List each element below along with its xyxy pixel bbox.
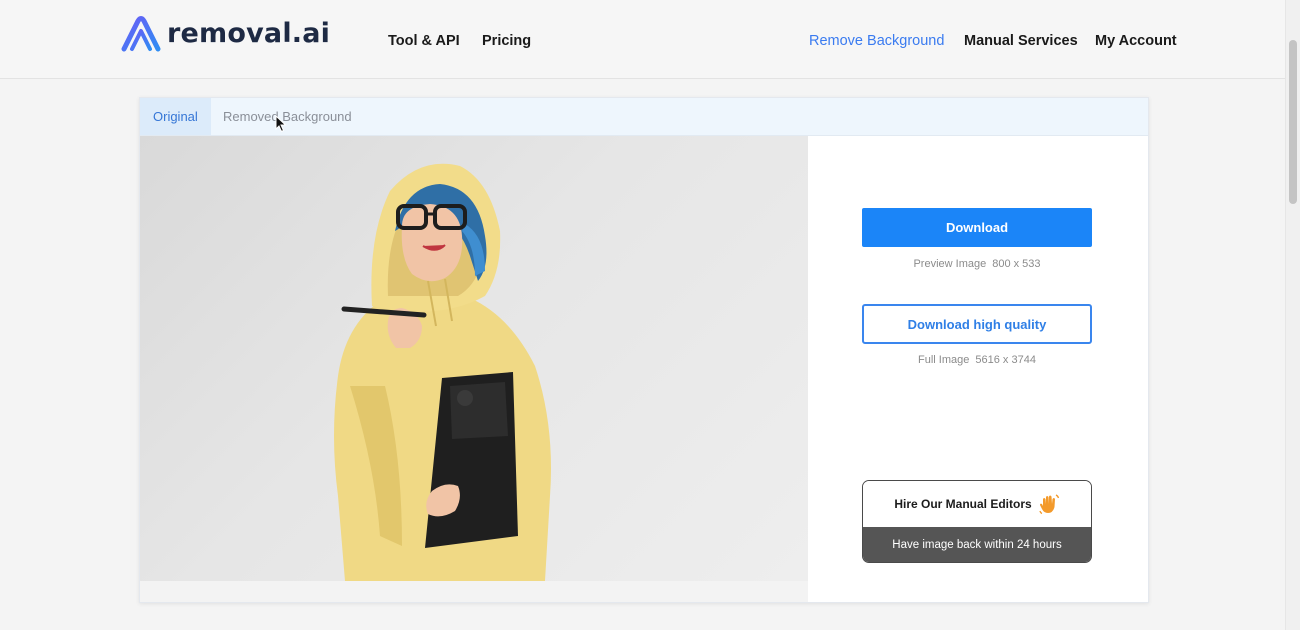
waving-hand-icon [1039,494,1059,515]
page-scrollbar[interactable] [1285,0,1300,630]
site-header: removal.ai Tool & API Pricing Remove Bac… [0,0,1286,79]
scrollbar-thumb[interactable] [1289,40,1297,204]
mouse-pointer-icon [275,115,287,133]
preview-size: 800 x 533 [992,258,1041,270]
image-preview [140,136,808,581]
preview-photo [334,163,551,581]
nav-manual-services[interactable]: Manual Services [964,33,1078,49]
result-card: Original Removed Background Download Pre… [139,97,1149,603]
hire-label: Hire Our Manual Editors [894,497,1032,511]
removal-ai-logo-icon [121,16,161,52]
full-image-size: 5616 x 3744 [975,354,1036,366]
download-panel: Download Preview Image 800 x 533 Download… [808,136,1148,602]
image-tabs: Original Removed Background [140,98,1148,136]
download-button[interactable]: Download [862,208,1092,247]
preview-label: Preview Image [913,258,987,270]
tab-removed-background[interactable]: Removed Background [210,98,365,135]
image-footer-strip [140,581,808,602]
nav-tool-api[interactable]: Tool & API [388,33,460,49]
hire-top: Hire Our Manual Editors [863,481,1091,527]
brand-logo[interactable]: removal.ai [120,14,330,54]
download-high-quality-button[interactable]: Download high quality [862,304,1092,344]
hire-subtitle: Have image back within 24 hours [863,527,1091,562]
preview-info: Preview Image 800 x 533 [862,258,1092,270]
nav-pricing[interactable]: Pricing [482,33,531,49]
tab-original[interactable]: Original [140,98,211,135]
nav-remove-background[interactable]: Remove Background [809,33,944,49]
full-image-info: Full Image 5616 x 3744 [862,354,1092,366]
nav-my-account[interactable]: My Account [1095,33,1177,49]
hire-manual-editors-button[interactable]: Hire Our Manual Editors Have image back … [862,480,1092,563]
brand-name: removal.ai [167,17,331,49]
full-image-label: Full Image [918,354,970,366]
